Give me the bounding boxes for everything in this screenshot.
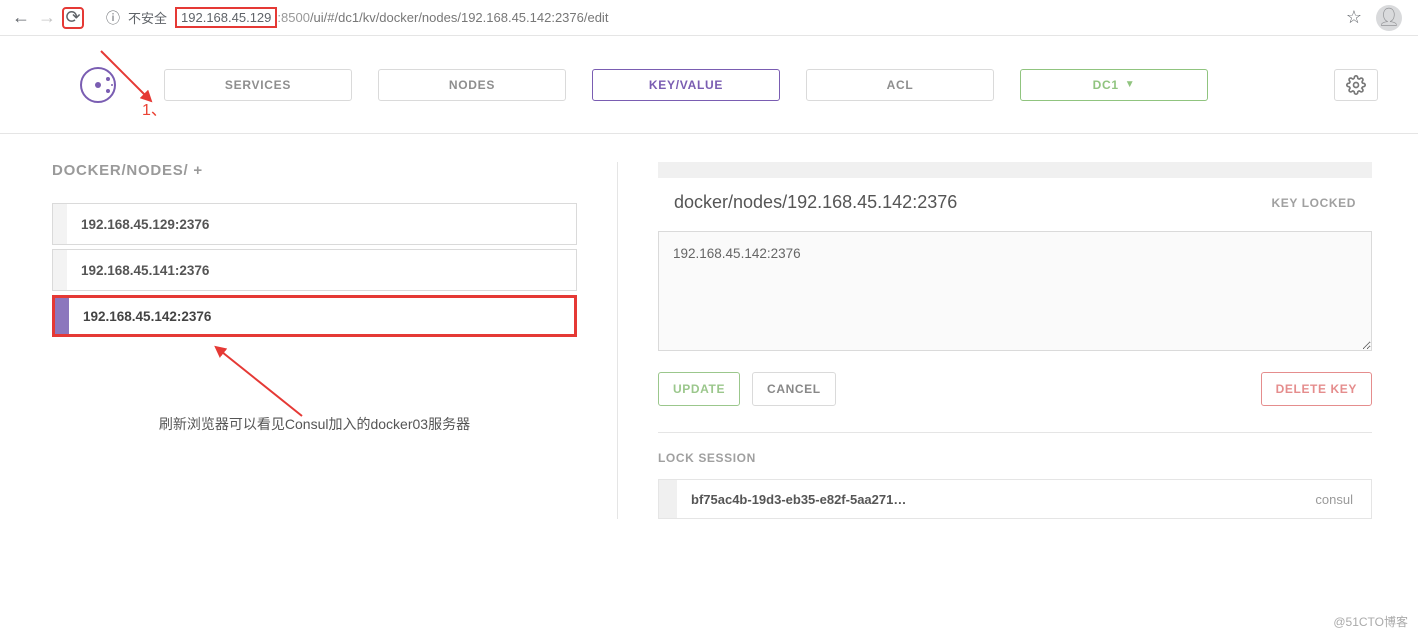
app-header: SERVICES NODES KEY/VALUE ACL DC1 ▼ xyxy=(0,36,1418,134)
dc-label: DC1 xyxy=(1093,78,1119,92)
kv-item[interactable]: 192.168.45.141:2376 xyxy=(52,249,577,291)
annotation-note: 刷新浏览器可以看见Consul加入的docker03服务器 xyxy=(52,414,577,434)
url-bar[interactable]: 192.168.45.129:8500/ui/#/dc1/kv/docker/n… xyxy=(175,7,1346,28)
cancel-button[interactable]: CANCEL xyxy=(752,372,836,406)
update-button[interactable]: UPDATE xyxy=(658,372,740,406)
right-column: docker/nodes/192.168.45.142:2376 KEY LOC… xyxy=(617,162,1372,519)
tab-datacenter[interactable]: DC1 ▼ xyxy=(1020,69,1208,101)
divider xyxy=(658,432,1372,433)
page-body: DOCKER/NODES/ + 192.168.45.129:2376 192.… xyxy=(0,134,1418,519)
tab-nodes[interactable]: NODES xyxy=(378,69,566,101)
kv-item-active[interactable]: 192.168.45.142:2376 xyxy=(52,295,577,337)
session-id: bf75ac4b-19d3-eb35-e82f-5aa271… xyxy=(691,492,906,507)
session-tag: consul xyxy=(1315,492,1353,507)
key-locked-label: KEY LOCKED xyxy=(1272,196,1356,210)
url-ip: 192.168.45.129 xyxy=(175,7,277,28)
kv-item-label: 192.168.45.142:2376 xyxy=(83,309,211,324)
detail-path: docker/nodes/192.168.45.142:2376 xyxy=(674,192,1272,213)
status-bar xyxy=(53,204,67,244)
lock-session-header: LOCK SESSION xyxy=(658,451,1372,465)
tab-services[interactable]: SERVICES xyxy=(164,69,352,101)
url-path: /ui/#/dc1/kv/docker/nodes/192.168.45.142… xyxy=(310,10,609,25)
reload-icon[interactable]: ⟳ xyxy=(62,7,84,29)
back-icon[interactable]: ← xyxy=(10,7,32,29)
status-bar xyxy=(659,480,677,518)
kv-item-label: 192.168.45.129:2376 xyxy=(81,217,209,232)
kv-item[interactable]: 192.168.45.129:2376 xyxy=(52,203,577,245)
watermark: @51CTO博客 xyxy=(1333,613,1408,630)
caret-down-icon: ▼ xyxy=(1125,79,1136,90)
detail-buttons: UPDATE CANCEL DELETE KEY xyxy=(658,372,1372,406)
profile-avatar-icon[interactable]: 👤︎ xyxy=(1376,5,1402,31)
value-textarea[interactable] xyxy=(658,231,1372,351)
detail-topbar xyxy=(658,162,1372,178)
left-column: DOCKER/NODES/ + 192.168.45.129:2376 192.… xyxy=(52,162,577,519)
kv-item-label: 192.168.45.141:2376 xyxy=(81,263,209,278)
tab-kv[interactable]: KEY/VALUE xyxy=(592,69,780,101)
gear-icon xyxy=(1346,75,1366,95)
kv-list: 192.168.45.129:2376 192.168.45.141:2376 … xyxy=(52,203,577,337)
browser-toolbar: ← → ⟳ ⓘ 不安全 192.168.45.129:8500/ui/#/dc1… xyxy=(0,0,1418,36)
forward-icon[interactable]: → xyxy=(36,7,58,29)
settings-button[interactable] xyxy=(1334,69,1378,101)
delete-key-button[interactable]: DELETE KEY xyxy=(1261,372,1372,406)
tab-acl[interactable]: ACL xyxy=(806,69,994,101)
info-icon[interactable]: ⓘ xyxy=(106,8,120,28)
annotation-label-1: 1、 xyxy=(142,96,167,120)
url-port: :8500 xyxy=(277,10,310,25)
detail-header: docker/nodes/192.168.45.142:2376 KEY LOC… xyxy=(658,178,1372,231)
nav-tabs: SERVICES NODES KEY/VALUE ACL DC1 ▼ xyxy=(164,69,1208,101)
breadcrumb[interactable]: DOCKER/NODES/ + xyxy=(52,162,577,179)
lock-session-row[interactable]: bf75ac4b-19d3-eb35-e82f-5aa271… consul xyxy=(658,479,1372,519)
insecure-label: 不安全 xyxy=(128,8,167,27)
status-bar xyxy=(55,298,69,334)
status-bar xyxy=(53,250,67,290)
bookmark-star-icon[interactable]: ☆ xyxy=(1346,7,1362,28)
